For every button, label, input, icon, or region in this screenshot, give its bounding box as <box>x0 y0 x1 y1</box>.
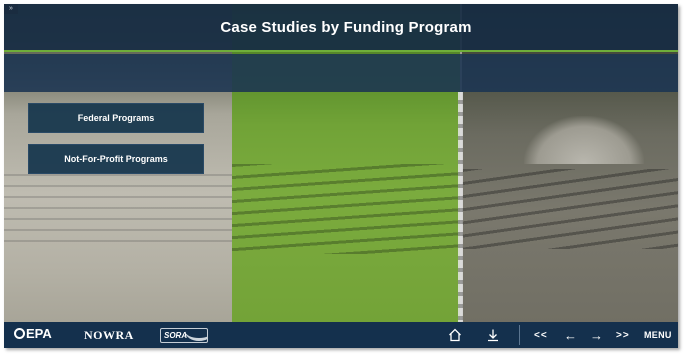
slide-frame: » Case Studies by Funding Program Federa… <box>4 4 678 348</box>
first-slide-label: << <box>534 329 548 341</box>
first-slide-button[interactable]: << <box>534 322 548 348</box>
sora-logo: SORA <box>160 328 208 343</box>
next-arrow-icon: → <box>590 327 603 343</box>
download-button[interactable] <box>486 322 500 348</box>
federal-programs-button[interactable]: Federal Programs <box>28 103 204 133</box>
expand-corner-button[interactable]: » <box>4 4 18 14</box>
sora-arc-icon <box>185 329 207 341</box>
sora-logo-text: SORA <box>164 331 188 340</box>
nowra-logo-text: NOWRA <box>84 328 134 342</box>
page-title: Case Studies by Funding Program <box>220 18 472 36</box>
nowra-logo: NOWRA <box>84 328 134 343</box>
home-button[interactable] <box>448 322 462 348</box>
epa-logo: EPA <box>14 326 52 341</box>
nav-separator <box>519 325 520 345</box>
next-button[interactable]: → <box>590 322 603 348</box>
footer-bar: EPA NOWRA SORA << ← → >> MENU <box>4 322 678 348</box>
last-slide-button[interactable]: >> <box>616 322 630 348</box>
back-button[interactable]: ← <box>564 322 577 348</box>
gravel-mound <box>524 116 644 164</box>
epa-seal-icon <box>14 328 25 339</box>
not-for-profit-programs-button[interactable]: Not-For-Profit Programs <box>28 144 204 174</box>
epa-logo-text: EPA <box>26 326 52 341</box>
back-arrow-icon: ← <box>564 327 577 343</box>
menu-label: MENU <box>644 330 672 340</box>
home-icon <box>449 328 461 342</box>
download-icon <box>488 329 498 342</box>
panel-divider <box>458 92 463 324</box>
last-slide-label: >> <box>616 329 630 341</box>
federal-programs-label: Federal Programs <box>77 113 155 123</box>
subheader-band <box>4 54 678 92</box>
menu-button[interactable]: MENU <box>644 322 672 348</box>
not-for-profit-programs-label: Not-For-Profit Programs <box>64 154 168 164</box>
title-bar: Case Studies by Funding Program <box>4 4 678 52</box>
